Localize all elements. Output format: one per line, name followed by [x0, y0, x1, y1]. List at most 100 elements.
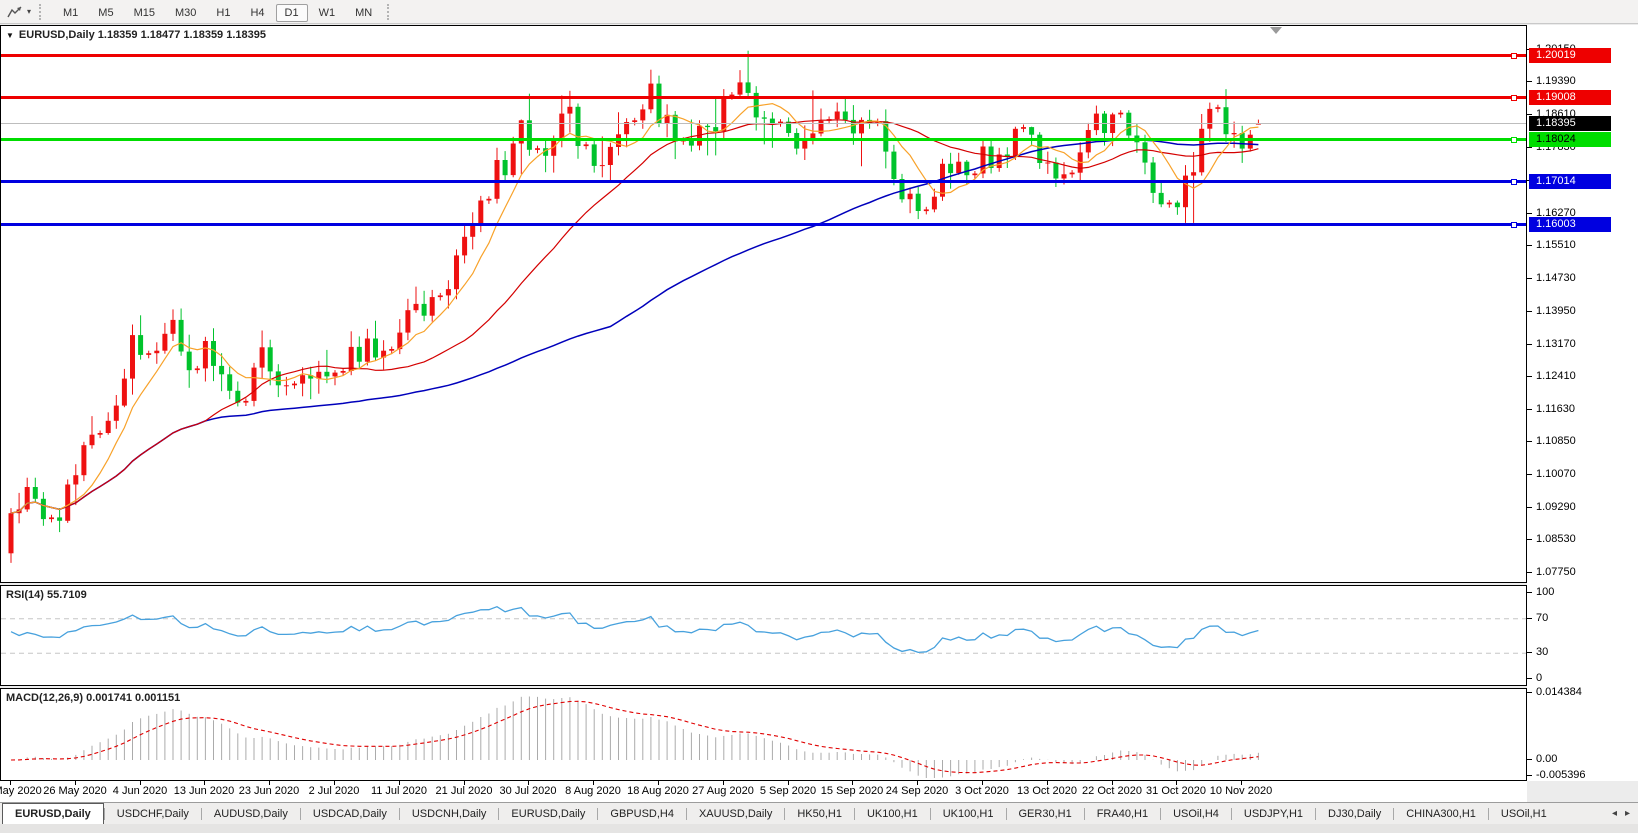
- axis-tick: [1527, 147, 1532, 148]
- tab-scroll-right-icon[interactable]: ▸: [1625, 808, 1630, 819]
- axis-tick: [1527, 376, 1532, 377]
- date-label: 11 Jul 2020: [371, 785, 427, 797]
- timeframe-button-group: M1M5M15M30H1H4D1W1MN: [53, 3, 382, 21]
- macd-label: MACD(12,26,9) 0.001741 0.001151: [6, 692, 180, 704]
- price-pane[interactable]: ▼ EURUSD,Daily 1.18359 1.18477 1.18359 1…: [0, 25, 1527, 583]
- line-handle[interactable]: [1511, 137, 1517, 143]
- horizontal-level-line[interactable]: [1, 223, 1526, 226]
- rsi-label: RSI(14) 55.7109: [6, 589, 87, 601]
- price-tick-label: 1.09290: [1536, 501, 1576, 513]
- axis-tick: [1527, 474, 1532, 475]
- line-handle[interactable]: [1511, 53, 1517, 59]
- tab-usoil-h4[interactable]: USOil,H4: [1161, 803, 1231, 824]
- horizontal-level-line[interactable]: [1, 180, 1526, 183]
- price-axis[interactable]: 1.201501.193901.186101.178301.170501.162…: [1527, 25, 1638, 781]
- horizontal-level-line[interactable]: [1, 138, 1526, 141]
- timeframe-button-w1[interactable]: W1: [310, 4, 345, 22]
- axis-tick: [1527, 678, 1532, 679]
- trendline-cursor-icon[interactable]: ▾: [4, 4, 34, 20]
- line-handle[interactable]: [1511, 179, 1517, 185]
- tab-fra40-h1[interactable]: FRA40,H1: [1085, 803, 1160, 824]
- horizontal-level-line[interactable]: [1, 54, 1526, 57]
- tab-xauusd-daily[interactable]: XAUUSD,Daily: [687, 803, 784, 824]
- price-tick-label: 30: [1536, 646, 1548, 658]
- timeframe-button-m30[interactable]: M30: [166, 4, 205, 22]
- axis-tick: [1527, 441, 1532, 442]
- line-handle[interactable]: [1511, 222, 1517, 228]
- window-bottom-strip: [0, 824, 1638, 833]
- axis-tick: [1527, 759, 1532, 760]
- macd-pane[interactable]: MACD(12,26,9) 0.001741 0.001151: [0, 688, 1527, 781]
- tab-uk100-h1[interactable]: UK100,H1: [855, 803, 930, 824]
- chart-marker-icon[interactable]: ▼: [6, 31, 14, 40]
- date-label: 10 Nov 2020: [1210, 785, 1272, 797]
- tab-gbpusd-h4[interactable]: GBPUSD,H4: [598, 803, 686, 824]
- price-tick-label: 0.014384: [1536, 686, 1582, 698]
- timeframe-button-m1[interactable]: M1: [54, 4, 87, 22]
- tab-usdchf-daily[interactable]: USDCHF,Daily: [105, 803, 201, 824]
- axis-tick: [1527, 572, 1532, 573]
- tab-scroll-left-icon[interactable]: ◂: [1612, 808, 1617, 819]
- date-label: 15 Sep 2020: [821, 785, 883, 797]
- chart-tab-bar: EURUSD,DailyUSDCHF,DailyAUDUSD,DailyUSDC…: [0, 802, 1638, 824]
- tab-uk100-h1[interactable]: UK100,H1: [931, 803, 1006, 824]
- tab-china300-h1[interactable]: CHINA300,H1: [1394, 803, 1488, 824]
- tab-audusd-daily[interactable]: AUDUSD,Daily: [202, 803, 300, 824]
- line-handle[interactable]: [1511, 95, 1517, 101]
- date-label: 2 Jul 2020: [309, 785, 360, 797]
- axis-tick: [1527, 213, 1532, 214]
- timeframe-button-m5[interactable]: M5: [89, 4, 122, 22]
- current-price-chip: 1.18395: [1529, 116, 1611, 131]
- toolbar-grip: [39, 4, 46, 20]
- tab-eurusd-daily[interactable]: EURUSD,Daily: [2, 803, 104, 824]
- tab-dj30-daily[interactable]: DJ30,Daily: [1316, 803, 1393, 824]
- price-tick-label: 1.14730: [1536, 272, 1576, 284]
- timeframe-button-m15[interactable]: M15: [125, 4, 164, 22]
- date-label: 31 Oct 2020: [1146, 785, 1206, 797]
- date-label: 21 Jul 2020: [436, 785, 493, 797]
- tab-ger30-h1[interactable]: GER30,H1: [1007, 803, 1084, 824]
- axis-tick: [1527, 114, 1532, 115]
- price-tick-label: 1.12410: [1536, 370, 1576, 382]
- price-tick-label: -0.005396: [1536, 769, 1586, 781]
- axis-tick: [1527, 652, 1532, 653]
- rsi-pane[interactable]: RSI(14) 55.7109: [0, 585, 1527, 686]
- horizontal-level-line[interactable]: [1, 96, 1526, 99]
- price-tick-label: 1.15510: [1536, 239, 1576, 251]
- price-tick-label: 0.00: [1536, 753, 1557, 765]
- axis-tick: [1527, 344, 1532, 345]
- tab-eurusd-daily[interactable]: EURUSD,Daily: [499, 803, 597, 824]
- date-label: 23 Jun 2020: [239, 785, 300, 797]
- price-tick-label: 0: [1536, 672, 1542, 684]
- timeframe-button-h1[interactable]: H1: [207, 4, 239, 22]
- date-label: 26 May 2020: [43, 785, 107, 797]
- axis-tick: [1527, 507, 1532, 508]
- price-tick-label: 1.07750: [1536, 566, 1576, 578]
- timeframe-button-mn[interactable]: MN: [346, 4, 381, 22]
- date-label: 13 Jun 2020: [174, 785, 235, 797]
- tab-hk50-h1[interactable]: HK50,H1: [785, 803, 854, 824]
- chart-shift-marker-icon: [1270, 27, 1282, 34]
- date-label: 8 Aug 2020: [565, 785, 621, 797]
- level-price-chip: 1.20019: [1529, 48, 1611, 63]
- level-price-chip: 1.18024: [1529, 132, 1611, 147]
- axis-tick: [1527, 245, 1532, 246]
- tab-usdjpy-h1[interactable]: USDJPY,H1: [1232, 803, 1315, 824]
- date-label: 24 Sep 2020: [886, 785, 948, 797]
- tab-usdcnh-daily[interactable]: USDCNH,Daily: [400, 803, 499, 824]
- date-label: 16 May 2020: [0, 785, 42, 797]
- axis-tick: [1527, 278, 1532, 279]
- tab-usoil-h1[interactable]: USOil,H1: [1489, 803, 1559, 824]
- axis-tick: [1527, 409, 1532, 410]
- date-label: 13 Oct 2020: [1017, 785, 1077, 797]
- timeframe-button-h4[interactable]: H4: [241, 4, 273, 22]
- tab-usdcad-daily[interactable]: USDCAD,Daily: [301, 803, 399, 824]
- date-axis[interactable]: 16 May 202026 May 20204 Jun 202013 Jun 2…: [0, 781, 1527, 802]
- chart-title-text: EURUSD,Daily 1.18359 1.18477 1.18359 1.1…: [19, 29, 266, 41]
- price-tick-label: 1.10070: [1536, 468, 1576, 480]
- timeframe-button-d1[interactable]: D1: [276, 4, 308, 22]
- date-label: 5 Sep 2020: [760, 785, 816, 797]
- chevron-down-icon[interactable]: ▾: [27, 7, 31, 16]
- price-tick-label: 1.13950: [1536, 305, 1576, 317]
- axis-tick: [1527, 539, 1532, 540]
